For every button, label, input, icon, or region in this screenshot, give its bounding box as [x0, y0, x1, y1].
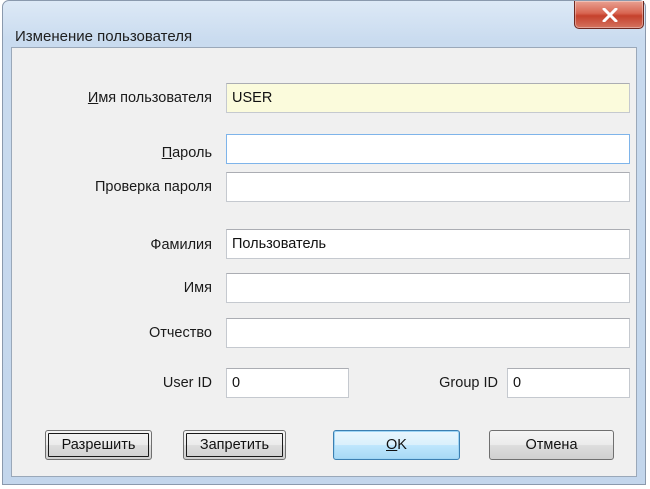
dialog-body: Имя пользователя USER Пароль Проверка па…: [11, 47, 637, 477]
first-name-input[interactable]: [226, 273, 630, 303]
group-id-label: Group ID: [439, 375, 498, 391]
window-title: Изменение пользователя: [15, 28, 193, 45]
group-id-input[interactable]: 0: [507, 368, 630, 398]
password-input[interactable]: [226, 134, 630, 164]
allow-button[interactable]: Разрешить: [45, 430, 152, 460]
username-label: Имя пользователя: [87, 90, 212, 106]
middle-name-input[interactable]: [226, 318, 630, 348]
close-icon: [602, 8, 618, 22]
middle-name-label: Отчество: [148, 325, 212, 341]
last-name-input[interactable]: Пользователь: [226, 229, 630, 259]
username-input[interactable]: USER: [226, 83, 630, 113]
deny-button[interactable]: Запретить: [183, 430, 286, 460]
password-confirm-input[interactable]: [226, 172, 630, 202]
title-bar[interactable]: Изменение пользователя: [3, 1, 645, 47]
cancel-button[interactable]: Отмена: [489, 430, 614, 460]
password-confirm-label: Проверка пароля: [94, 179, 212, 195]
user-id-label: User ID: [162, 375, 212, 391]
last-name-label: Фамилия: [150, 237, 212, 253]
password-label: Пароль: [161, 145, 212, 161]
first-name-label: Имя: [183, 280, 212, 296]
ok-button[interactable]: OK: [333, 430, 460, 460]
dialog-window: Изменение пользователя Имя пользователя …: [2, 0, 646, 485]
close-button[interactable]: [574, 1, 644, 29]
